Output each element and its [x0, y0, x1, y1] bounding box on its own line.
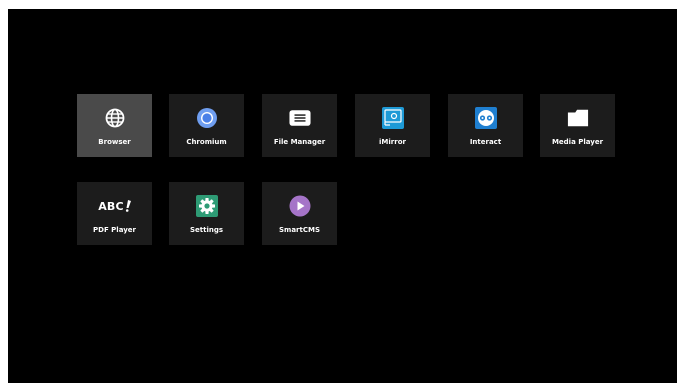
- app-label: SmartCMS: [278, 226, 320, 234]
- interact-icon: [474, 107, 497, 129]
- app-label: Chromium: [186, 138, 227, 146]
- app-tile-file-manager[interactable]: File Manager: [262, 94, 337, 157]
- app-tile-pdf-player[interactable]: ABC PDF Player: [77, 182, 152, 245]
- home-screen: Browser Chromium File Manager iMirror In…: [8, 9, 677, 383]
- app-label: PDF Player: [93, 226, 136, 234]
- app-tile-smartcms[interactable]: SmartCMS: [262, 182, 337, 245]
- app-tile-settings[interactable]: Settings: [169, 182, 244, 245]
- app-label: Interact: [469, 138, 502, 146]
- app-tile-chromium[interactable]: Chromium: [169, 94, 244, 157]
- folder-icon: [567, 107, 589, 129]
- app-label: iMirror: [379, 138, 406, 146]
- app-label: Browser: [98, 138, 131, 146]
- app-label: Media Player: [551, 138, 604, 146]
- app-label: Settings: [189, 226, 224, 234]
- gear-icon: [195, 195, 218, 217]
- chromium-icon: [196, 107, 218, 129]
- abc-icon-text: ABC: [98, 199, 124, 213]
- app-tile-interact[interactable]: Interact: [448, 94, 523, 157]
- play-icon: [289, 195, 311, 217]
- abc-icon: ABC: [98, 195, 132, 217]
- app-label: File Manager: [273, 138, 326, 146]
- file-manager-icon: [288, 107, 311, 129]
- imirror-icon: [381, 107, 404, 129]
- app-tile-media-player[interactable]: Media Player: [540, 94, 615, 157]
- globe-icon: [104, 107, 126, 129]
- app-tile-imirror[interactable]: iMirror: [355, 94, 430, 157]
- app-tile-browser[interactable]: Browser: [77, 94, 152, 157]
